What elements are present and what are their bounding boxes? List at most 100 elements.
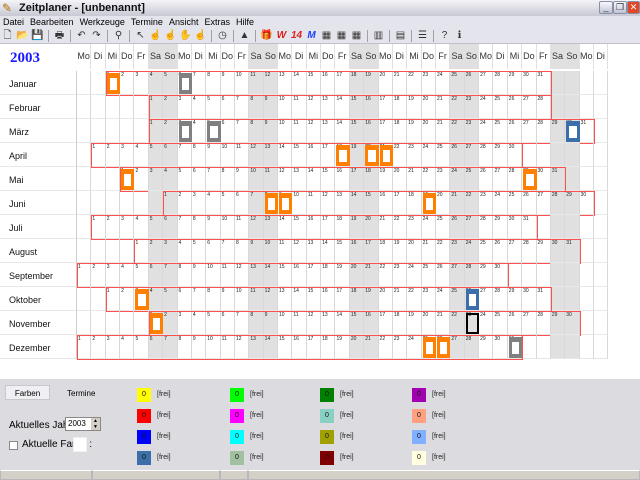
day-cell[interactable]: 24 — [479, 95, 494, 119]
day-cell[interactable]: 21 — [392, 287, 408, 311]
day-cell[interactable]: 7 — [163, 335, 178, 359]
day-cell[interactable]: 12 — [249, 215, 264, 239]
day-cell[interactable]: 23 — [464, 119, 480, 143]
color-swatch[interactable]: 0 — [320, 430, 334, 444]
day-cell[interactable]: 9 — [206, 143, 221, 167]
day-cell[interactable]: 4 — [148, 287, 164, 311]
day-cell[interactable]: 5 — [206, 95, 221, 119]
day-cell[interactable]: 19 — [364, 287, 379, 311]
day-cell[interactable]: 23 — [421, 287, 436, 311]
day-cell[interactable]: 25 — [436, 215, 451, 239]
day-cell[interactable]: 30 — [536, 167, 551, 191]
day-cell[interactable]: 5 — [191, 239, 207, 263]
day-cell[interactable]: 23 — [464, 95, 480, 119]
day-cell[interactable]: 2 — [163, 311, 178, 335]
day-cell[interactable]: 5 — [163, 287, 178, 311]
chart-icon[interactable]: ▥ — [371, 29, 386, 43]
day-cell[interactable]: 17 — [335, 71, 350, 95]
day-cell[interactable]: 14 — [349, 191, 365, 215]
day-cell[interactable]: 29 — [550, 311, 566, 335]
day-cell[interactable]: 27 — [479, 287, 494, 311]
day-cell[interactable]: 7 — [206, 167, 221, 191]
day-cell[interactable]: 28 — [550, 191, 566, 215]
day-cell[interactable]: 15 — [292, 215, 307, 239]
day-cell[interactable]: 24 — [464, 239, 480, 263]
day-cell[interactable]: 18 — [392, 119, 408, 143]
current-color-checkbox[interactable] — [9, 441, 18, 450]
day-cell[interactable]: 8 — [249, 119, 264, 143]
day-cell[interactable]: 14 — [335, 119, 350, 143]
day-cell[interactable]: 13 — [278, 287, 293, 311]
day-cell[interactable]: 3 — [120, 215, 135, 239]
day-cell[interactable]: 21 — [392, 71, 408, 95]
day-cell[interactable]: 4 — [148, 71, 164, 95]
day-cell[interactable]: 7 — [220, 239, 235, 263]
day-cell[interactable]: 3 — [134, 71, 149, 95]
day-cell[interactable]: 22 — [378, 335, 393, 359]
menu-werkzeuge[interactable]: Werkzeuge — [77, 16, 128, 28]
day-cell[interactable]: 6 — [206, 239, 221, 263]
day-cell[interactable]: 10 — [278, 95, 293, 119]
day-cell[interactable]: 10 — [206, 263, 221, 287]
day-cell[interactable]: 30 — [565, 311, 580, 335]
day-cell[interactable]: 25 — [450, 287, 465, 311]
appointment-mark[interactable] — [508, 337, 523, 358]
day-cell[interactable]: 30 — [579, 191, 594, 215]
day-cell[interactable]: 9 — [263, 311, 279, 335]
day-cell[interactable]: 28 — [479, 215, 494, 239]
day-cell[interactable]: 22 — [407, 71, 422, 95]
day-cell[interactable]: 20 — [364, 215, 379, 239]
day-cell[interactable]: 20 — [378, 71, 393, 95]
find-icon[interactable]: ⚲ — [111, 29, 126, 43]
day-cell[interactable]: 6 — [220, 311, 235, 335]
day-cell[interactable]: 16 — [364, 311, 379, 335]
day-cell[interactable]: 21 — [436, 119, 451, 143]
day-cell[interactable]: 18 — [407, 191, 422, 215]
day-cell[interactable]: 7 — [163, 263, 178, 287]
day-cell[interactable]: 28 — [464, 263, 480, 287]
book-icon[interactable]: ▤ — [393, 29, 408, 43]
day-cell[interactable]: 13 — [321, 119, 336, 143]
close-button[interactable]: ✕ — [627, 1, 640, 14]
day-cell[interactable]: 19 — [378, 167, 393, 191]
day-cell[interactable]: 13 — [321, 95, 336, 119]
day-cell[interactable]: 23 — [479, 191, 494, 215]
day-cell[interactable]: 14 — [292, 71, 307, 95]
day-cell[interactable]: 4 — [191, 119, 207, 143]
day-cell[interactable]: 15 — [335, 239, 350, 263]
day-cell[interactable]: 4 — [134, 143, 149, 167]
day-cell[interactable]: 10 — [263, 239, 279, 263]
day-cell[interactable]: 21 — [378, 215, 393, 239]
day-cell[interactable]: 1 — [91, 215, 106, 239]
day-cell[interactable]: 8 — [234, 239, 250, 263]
menu-datei[interactable]: Datei — [0, 16, 27, 28]
day-cell[interactable]: 9 — [249, 239, 264, 263]
day-cell[interactable]: 6 — [148, 335, 164, 359]
day-cell[interactable]: 13 — [278, 71, 293, 95]
day-cell[interactable]: 30 — [507, 215, 523, 239]
day-cell[interactable]: 12 — [306, 119, 322, 143]
day-cell[interactable]: 7 — [177, 215, 192, 239]
day-cell[interactable]: 28 — [536, 119, 551, 143]
day-cell[interactable]: 10 — [220, 143, 235, 167]
day-cell[interactable]: 26 — [507, 311, 523, 335]
hand-remove-icon[interactable]: ☝ — [163, 29, 178, 43]
day-cell[interactable]: 16 — [364, 119, 379, 143]
day-cell[interactable]: 19 — [349, 143, 365, 167]
clock-icon[interactable]: ◷ — [215, 29, 230, 43]
menu-extras[interactable]: Extras — [201, 16, 233, 28]
day-cell[interactable]: 24 — [493, 191, 508, 215]
day-cell[interactable]: 6 — [191, 167, 207, 191]
menu-hilfe[interactable]: Hilfe — [233, 16, 257, 28]
day-cell[interactable]: 28 — [522, 239, 537, 263]
day-cell[interactable]: 26 — [493, 239, 508, 263]
day-cell[interactable]: 31 — [522, 215, 537, 239]
day-cell[interactable]: 20 — [349, 263, 365, 287]
day-cell[interactable]: 8 — [249, 311, 264, 335]
day-cell[interactable]: 17 — [378, 119, 393, 143]
day-cell[interactable]: 25 — [493, 311, 508, 335]
day-cell[interactable]: 5 — [206, 311, 221, 335]
day-cell[interactable]: 5 — [148, 143, 164, 167]
day-cell[interactable]: 11 — [249, 71, 264, 95]
day-cell[interactable]: 2 — [105, 143, 121, 167]
